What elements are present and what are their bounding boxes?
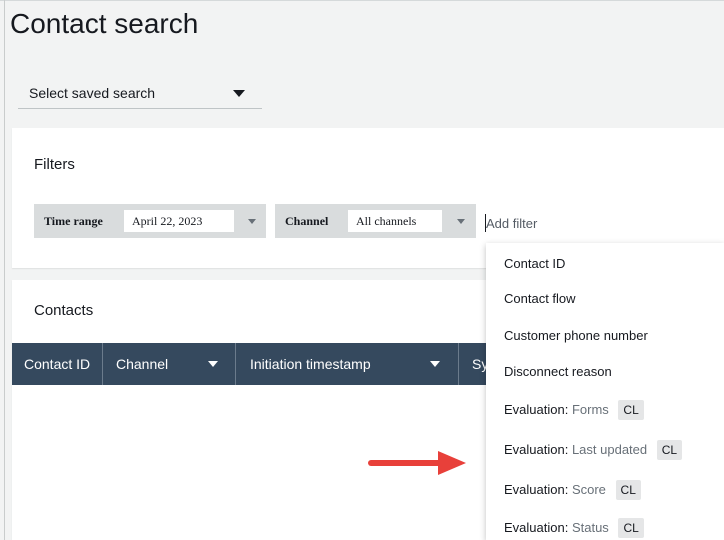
filter-option-disconnect-reason[interactable]: Disconnect reason — [504, 362, 612, 382]
filters-title: Filters — [34, 156, 75, 173]
cl-badge: CL — [618, 518, 644, 538]
filter-option-evaluation-last-updated[interactable]: Evaluation: Last updated CL — [504, 440, 683, 460]
top-border — [0, 0, 724, 1]
caret-down-icon — [233, 90, 245, 97]
option-sublabel: Score — [571, 482, 606, 497]
cl-badge: CL — [615, 480, 641, 500]
option-sublabel: Status — [571, 520, 609, 535]
filter-option-customer-phone-number[interactable]: Customer phone number — [504, 326, 648, 346]
option-label: Contact flow — [504, 291, 576, 306]
column-divider — [458, 343, 459, 385]
caret-down-icon[interactable] — [248, 219, 256, 224]
column-header-contact-id[interactable]: Contact ID — [24, 343, 90, 385]
filter-option-evaluation-status[interactable]: Evaluation: Status CL — [504, 518, 644, 538]
right-arrow-icon — [368, 451, 466, 475]
time-range-value[interactable]: April 22, 2023 — [124, 210, 234, 232]
option-label: Disconnect reason — [504, 364, 612, 379]
cl-badge: CL — [618, 400, 644, 420]
option-label: Customer phone number — [504, 328, 648, 343]
cl-badge: CL — [656, 440, 683, 460]
filter-option-contact-flow[interactable]: Contact flow — [504, 289, 576, 309]
left-border — [4, 0, 5, 540]
time-range-filter[interactable]: Time range April 22, 2023 — [34, 204, 266, 238]
caret-down-icon[interactable] — [208, 361, 218, 367]
option-label: Contact ID — [504, 256, 566, 271]
option-label: Evaluation: — [504, 482, 569, 497]
time-range-label: Time range — [44, 214, 103, 228]
column-header-initiation-timestamp[interactable]: Initiation timestamp — [250, 343, 371, 385]
caret-down-icon[interactable] — [430, 361, 440, 367]
channel-label: Channel — [285, 214, 329, 228]
column-divider — [102, 343, 103, 385]
filter-option-contact-id[interactable]: Contact ID — [504, 254, 565, 274]
contacts-title: Contacts — [34, 302, 94, 319]
channel-value[interactable]: All channels — [348, 210, 442, 232]
add-filter-input[interactable]: Add filter — [486, 216, 537, 231]
channel-filter[interactable]: Channel All channels — [275, 204, 476, 238]
add-filter-dropdown: Contact ID Contact flow Customer phone n… — [486, 243, 724, 540]
option-label: Evaluation: — [504, 442, 569, 457]
filter-option-evaluation-forms[interactable]: Evaluation: Forms CL — [504, 400, 644, 420]
filter-option-evaluation-score[interactable]: Evaluation: Score CL — [504, 480, 641, 500]
option-sublabel: Last updated — [571, 442, 648, 457]
page-title: Contact search — [10, 8, 199, 39]
option-label: Evaluation: — [504, 520, 569, 535]
option-label: Evaluation: — [504, 402, 569, 417]
column-header-channel[interactable]: Channel — [116, 343, 168, 385]
saved-search-label: Select saved search — [29, 85, 156, 101]
caret-down-icon[interactable] — [457, 219, 465, 224]
option-sublabel: Forms — [571, 402, 609, 417]
column-divider — [235, 343, 236, 385]
saved-search-select[interactable]: Select saved search — [18, 78, 262, 109]
